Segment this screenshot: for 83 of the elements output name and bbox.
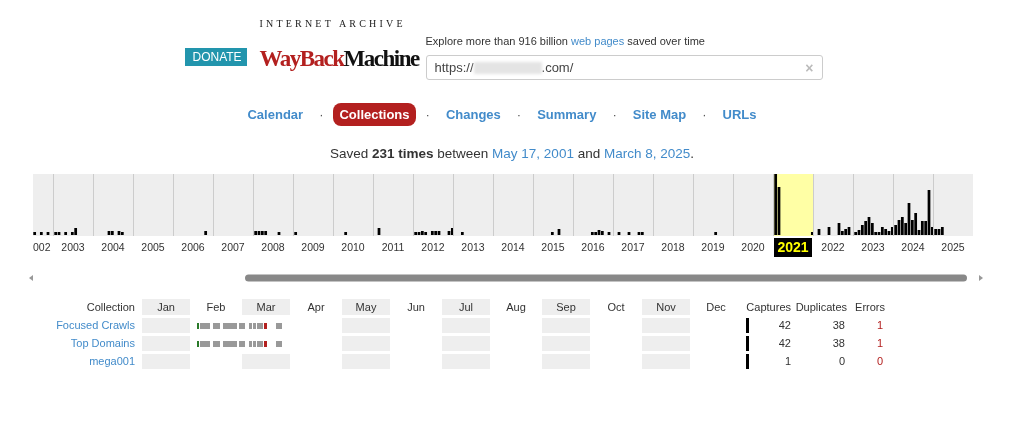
year-label[interactable]: 2025 — [941, 238, 965, 253]
column-header: Captures — [745, 300, 791, 315]
capture-count-bar — [746, 336, 749, 351]
nav-tab[interactable]: Changes — [439, 103, 507, 126]
year-label[interactable]: 2022 — [821, 238, 845, 253]
column-header: Feb — [205, 300, 227, 315]
year-label[interactable]: 2016 — [581, 238, 605, 253]
year-label[interactable]: 2018 — [661, 238, 685, 253]
year-label[interactable]: 2010 — [341, 238, 365, 253]
column-header: Duplicates — [794, 300, 847, 315]
separator-dot: · — [702, 107, 707, 122]
year-histogram[interactable] — [53, 174, 93, 236]
collection-link[interactable]: Focused Crawls — [55, 318, 141, 333]
year-label[interactable]: 2006 — [181, 238, 205, 253]
duplicates-count: 38 — [831, 336, 846, 351]
year-label[interactable]: 2017 — [621, 238, 645, 253]
year-label[interactable]: 2021 — [774, 238, 812, 257]
duplicates-count: 0 — [837, 354, 846, 369]
column-header: Apr — [306, 300, 326, 315]
column-header: Sep — [542, 299, 590, 315]
captures-count: 42 — [778, 336, 791, 351]
year-histogram[interactable] — [813, 174, 853, 236]
duplicates-count: 38 — [831, 318, 846, 333]
year-label[interactable]: 2024 — [901, 238, 925, 253]
year-label[interactable]: 2012 — [421, 238, 445, 253]
selected-year-histogram[interactable] — [773, 174, 813, 236]
year-label[interactable]: 2013 — [461, 238, 485, 253]
nav-tab[interactable]: Site Map — [626, 103, 693, 126]
year-label[interactable]: 2019 — [701, 238, 725, 253]
year-label[interactable]: 2014 — [501, 238, 525, 253]
column-header: May — [342, 299, 390, 315]
column-header: Jun — [406, 300, 426, 315]
year-label[interactable]: 2008 — [261, 238, 285, 253]
separator-dot: · — [612, 107, 617, 122]
capture-count-bar — [746, 354, 749, 369]
year-label[interactable]: 2015 — [541, 238, 565, 253]
captures-count: 42 — [778, 318, 791, 333]
year-histogram[interactable] — [853, 174, 893, 236]
nav-tab[interactable]: Collections — [333, 103, 416, 126]
column-header: Jul — [442, 299, 490, 315]
column-header: Mar — [242, 299, 290, 315]
year-label[interactable]: 2005 — [141, 238, 165, 253]
logo-wordmark: Machine — [343, 45, 419, 73]
errors-count: 0 — [875, 354, 884, 369]
collection-link[interactable]: Top Domains — [55, 336, 141, 351]
year-label[interactable]: 2011 — [381, 238, 405, 253]
logo-wordmark: WayBack — [259, 45, 344, 73]
year-label[interactable]: 002 — [33, 238, 51, 253]
column-header: Dec — [705, 300, 727, 315]
year-label[interactable]: 2020 — [741, 238, 765, 253]
logo-caption: INTERNET ARCHIVE — [259, 18, 406, 29]
year-histogram[interactable] — [893, 174, 933, 236]
year-label[interactable]: 2003 — [61, 238, 85, 253]
collection-link[interactable]: mega001 — [55, 354, 141, 369]
separator-dot: · — [425, 107, 430, 122]
nav-tab[interactable]: URLs — [716, 103, 763, 126]
column-header: Aug — [505, 300, 527, 315]
first-capture-link[interactable]: May 17, 2001 — [492, 146, 574, 161]
year-label[interactable]: 2023 — [861, 238, 885, 253]
redacted-text — [473, 61, 542, 74]
year-label[interactable]: 2004 — [101, 238, 125, 253]
nav-tab[interactable]: Calendar — [241, 103, 310, 126]
column-header: Nov — [642, 299, 690, 315]
separator-dot: · — [319, 107, 324, 122]
donate-button[interactable]: DONATE — [184, 48, 247, 66]
separator-dot: · — [516, 107, 522, 122]
column-header: Oct — [606, 300, 626, 315]
nav-tab[interactable]: Summary — [531, 103, 603, 126]
tagline: Explore more than 916 billion web pages saved over time — [425, 35, 706, 47]
capture-summary: Saved 231 times between May 17, 2001 and March 8, 2025. — [329, 146, 694, 161]
errors-count: 1 — [875, 336, 884, 351]
year-label[interactable]: 2007 — [221, 238, 245, 253]
capture-count-bar — [746, 318, 749, 333]
column-header: Errors — [854, 300, 885, 315]
column-header: Collection — [85, 300, 136, 315]
url-search-field[interactable]: https:// .com/ × — [425, 55, 823, 80]
web-pages-link[interactable]: web pages — [571, 35, 625, 47]
column-header: Jan — [142, 299, 190, 315]
year-histogram[interactable] — [413, 174, 453, 236]
errors-count: 1 — [875, 318, 884, 333]
year-histogram[interactable] — [933, 174, 973, 236]
year-label[interactable]: 2009 — [301, 238, 325, 253]
captures-count: 1 — [784, 354, 791, 369]
